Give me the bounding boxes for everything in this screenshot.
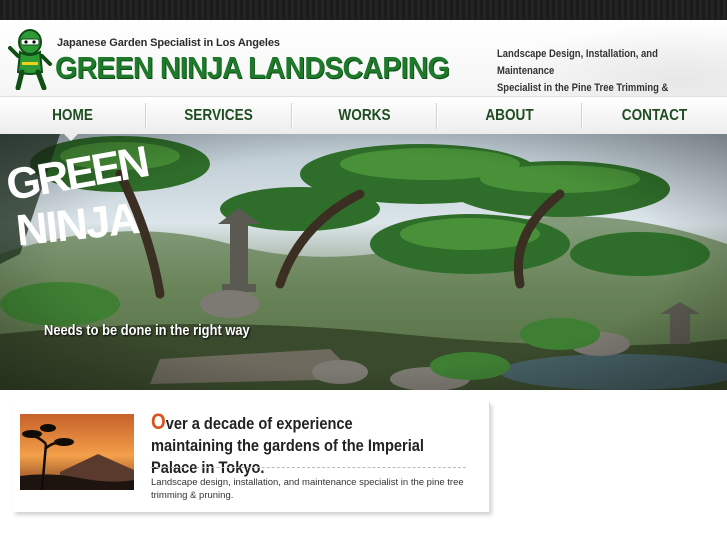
intro-headline: Over a decade of experience maintaining … [151,411,435,479]
nav-divider [145,103,146,129]
tagline: Japanese Garden Specialist in Los Angele… [57,37,280,49]
hero-banner: GREEN NINJA Needs to be done in the righ… [0,134,727,390]
main-nav: HOME SERVICES WORKS ABOUT CONTACT [0,96,727,136]
nav-item-about[interactable]: ABOUT [448,97,571,135]
headline-divider [151,467,466,468]
green-ninja-graffiti-logo: GREEN NINJA [3,137,151,250]
hero-subtitle: Needs to be done in the right way [44,322,250,339]
specialty-line-2: Specialist in the Pine Tree Trimming & P… [497,82,669,94]
site-brand-title[interactable]: GREEN NINJA LANDSCAPING [55,50,450,86]
nav-item-services[interactable]: SERVICES [157,97,280,135]
fuji-sunset-image [20,414,134,490]
specialty-line-1: Landscape Design, Installation, and Main… [497,48,658,77]
headline-initial: O [151,409,166,434]
top-strip [0,0,727,20]
nav-item-works[interactable]: WORKS [303,97,426,135]
nav-item-home[interactable]: HOME [11,97,134,135]
fuji-sunset-thumbnail[interactable] [20,414,134,490]
site-header: Japanese Garden Specialist in Los Angele… [0,20,727,96]
ninja-mascot-icon[interactable] [8,28,52,90]
nav-divider [581,103,582,129]
nav-divider [291,103,292,129]
active-nav-indicator [64,134,78,141]
nav-item-contact[interactable]: CONTACT [593,97,716,135]
nav-divider [436,103,437,129]
intro-description: Landscape design, installation, and main… [151,477,464,501]
specialty-text: Landscape Design, Installation, and Main… [497,46,678,96]
